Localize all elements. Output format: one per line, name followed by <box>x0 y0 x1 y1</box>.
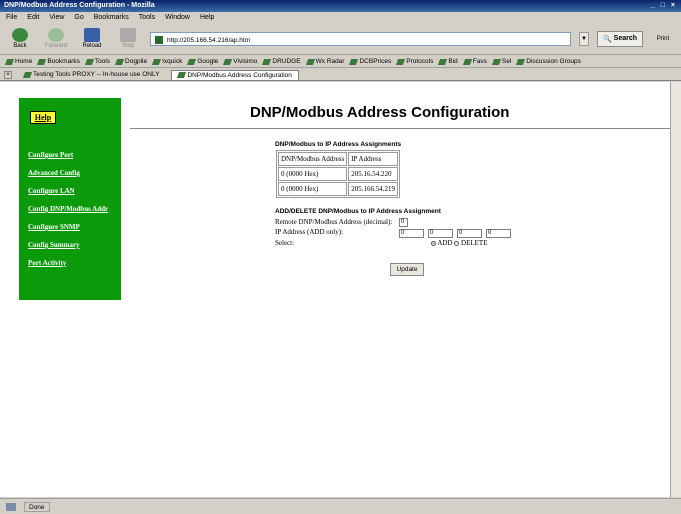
bookmark-ixquick[interactable]: Ixquick <box>153 58 182 65</box>
reload-icon <box>84 28 100 42</box>
sidebar-link-configure-snmp[interactable]: Configure SNMP <box>28 223 108 231</box>
table-row: 0 (0000 Hex) 205.16.54.220 <box>278 167 398 181</box>
back-arrow-icon <box>12 28 28 42</box>
sidebar-link-configure-lan[interactable]: Configure LAN <box>28 187 108 195</box>
search-icon: 🔍 <box>602 35 612 43</box>
ip-octet-3-input[interactable]: 0 <box>457 229 482 238</box>
ip-octet-1-input[interactable]: 0 <box>399 229 424 238</box>
url-bar[interactable]: http://205.166.54.216/ap.htm <box>150 31 571 46</box>
header-dnp-modbus-address: DNP/Modbus Address <box>278 152 348 166</box>
ip-octet-4-input[interactable]: 0 <box>486 229 511 238</box>
window-titlebar: DNP/Modbus Address Configuration - Mozil… <box>0 0 681 12</box>
search-label: Search <box>613 35 638 42</box>
url-dropdown-button[interactable]: ▼ <box>579 31 589 46</box>
add-delete-title: ADD/DELETE DNP/Modbus to IP Address Assi… <box>275 208 441 215</box>
menu-edit[interactable]: Edit <box>27 14 39 21</box>
remote-address-label: Remote DNP/Modbus Address (decimal): <box>275 218 393 226</box>
page-icon <box>155 36 163 44</box>
bookmark-bookmarks[interactable]: Bookmarks <box>38 58 80 65</box>
ip-address-label: IP Address (ADD only): <box>275 228 343 236</box>
menu-bar: File Edit View Go Bookmarks Tools Window… <box>0 12 681 23</box>
cell-ip: 205.166.54.219 <box>348 182 398 196</box>
cell-address: 0 (0000 Hex) <box>278 167 348 181</box>
window-controls[interactable]: _ □ × <box>651 2 677 10</box>
print-button[interactable]: Print <box>651 36 675 42</box>
back-label: Back <box>13 43 27 49</box>
ip-octet-2-input[interactable]: 0 <box>428 229 453 238</box>
add-radio-label: ADD <box>437 239 453 247</box>
bookmark-favs[interactable]: Favs <box>464 58 487 65</box>
help-link[interactable]: Help <box>30 111 56 124</box>
sidebar-link-advanced-config[interactable]: Advanced Config <box>28 169 108 177</box>
page-content: Help Configure Port Advanced Config Conf… <box>0 82 670 497</box>
status-text: Done <box>24 501 50 512</box>
window-title: DNP/Modbus Address Configuration - Mozil… <box>4 2 155 9</box>
sidebar-link-config-summary[interactable]: Config Summary <box>28 241 108 249</box>
select-radio-group: ADD DELETE <box>431 239 487 247</box>
back-button[interactable]: Back <box>6 28 34 49</box>
assignments-title: DNP/Modbus to IP Address Assignments <box>275 141 402 148</box>
menu-help[interactable]: Help <box>200 14 214 21</box>
bookmarks-toolbar: Home Bookmarks Tools Dogpile Ixquick Goo… <box>0 56 681 68</box>
update-button[interactable]: Update <box>390 263 424 276</box>
bookmark-tools[interactable]: Tools <box>86 58 110 65</box>
select-label: Select: <box>275 239 295 247</box>
close-tab-icon[interactable]: × <box>4 70 12 79</box>
menu-window[interactable]: Window <box>165 14 190 21</box>
title-divider <box>130 128 670 129</box>
cell-address: 0 (0000 Hex) <box>278 182 348 196</box>
reload-button[interactable]: Reload <box>78 28 106 49</box>
stop-button[interactable]: Stop <box>114 28 142 49</box>
remote-address-input[interactable]: 0 <box>399 218 408 227</box>
add-radio[interactable] <box>431 240 436 246</box>
search-button[interactable]: 🔍 Search <box>597 30 643 47</box>
delete-radio[interactable] <box>454 240 460 246</box>
bookmark-wx-radar[interactable]: Wx Radar <box>307 58 345 65</box>
sidebar-links: Configure Port Advanced Config Configure… <box>28 151 108 277</box>
forward-arrow-icon <box>48 28 64 42</box>
sidebar-link-port-activity[interactable]: Port Activity <box>28 259 108 267</box>
bookmark-vivisimo[interactable]: Vivisimo <box>224 58 257 65</box>
menu-file[interactable]: File <box>6 14 17 21</box>
forward-label: Forward <box>44 43 67 49</box>
print-label: Print <box>656 35 670 42</box>
bookmark-sel[interactable]: Sel <box>493 58 511 65</box>
header-ip-address: IP Address <box>348 152 398 166</box>
bookmark-google[interactable]: Google <box>188 58 218 65</box>
bookmark-drudge[interactable]: DRUDGE <box>263 58 300 65</box>
bookmark-discussion-groups[interactable]: Discussion Groups <box>517 58 581 65</box>
table-row: 0 (0000 Hex) 205.166.54.219 <box>278 182 398 196</box>
bookmark-dcbprices[interactable]: DCBPrices <box>350 58 391 65</box>
sidebar-link-config-dnp-modbus-addr[interactable]: Config DNP/Modbus Addr <box>28 205 108 213</box>
menu-view[interactable]: View <box>49 14 64 21</box>
tab-testing-tools[interactable]: Testing Tools PROXY -- In-house use ONLY <box>18 70 165 79</box>
vertical-scrollbar[interactable] <box>670 82 681 497</box>
sidebar-link-configure-port[interactable]: Configure Port <box>28 151 108 159</box>
network-status-icon <box>6 502 16 511</box>
cell-ip: 205.16.54.220 <box>348 167 398 181</box>
menu-bookmarks[interactable]: Bookmarks <box>94 14 129 21</box>
stop-label: Stop <box>121 43 135 49</box>
menu-go[interactable]: Go <box>74 14 83 21</box>
reload-label: Reload <box>82 43 102 49</box>
forward-button[interactable]: Forward <box>42 28 70 49</box>
bookmark-home[interactable]: Home <box>6 58 32 65</box>
navigation-toolbar: Back Forward Reload Stop http://205.166.… <box>0 23 681 55</box>
tab-bar: × Testing Tools PROXY -- In-house use ON… <box>0 69 681 81</box>
assignments-table: DNP/Modbus Address IP Address 0 (0000 He… <box>276 150 400 198</box>
delete-radio-label: DELETE <box>461 239 488 247</box>
tab-dnp-modbus-config[interactable]: DNP/Modbus Address Configuration <box>171 69 299 80</box>
stop-icon <box>120 28 136 42</box>
table-header-row: DNP/Modbus Address IP Address <box>278 152 398 166</box>
bookmark-dogpile[interactable]: Dogpile <box>116 58 147 65</box>
bookmark-protocols[interactable]: Protocols <box>397 58 433 65</box>
url-text[interactable]: http://205.166.54.216/ap.htm <box>167 37 250 44</box>
page-title: DNP/Modbus Address Configuration <box>250 104 510 121</box>
status-bar: Done <box>0 498 681 514</box>
bookmark-bid[interactable]: Bid <box>439 58 457 65</box>
menu-tools[interactable]: Tools <box>139 14 155 21</box>
